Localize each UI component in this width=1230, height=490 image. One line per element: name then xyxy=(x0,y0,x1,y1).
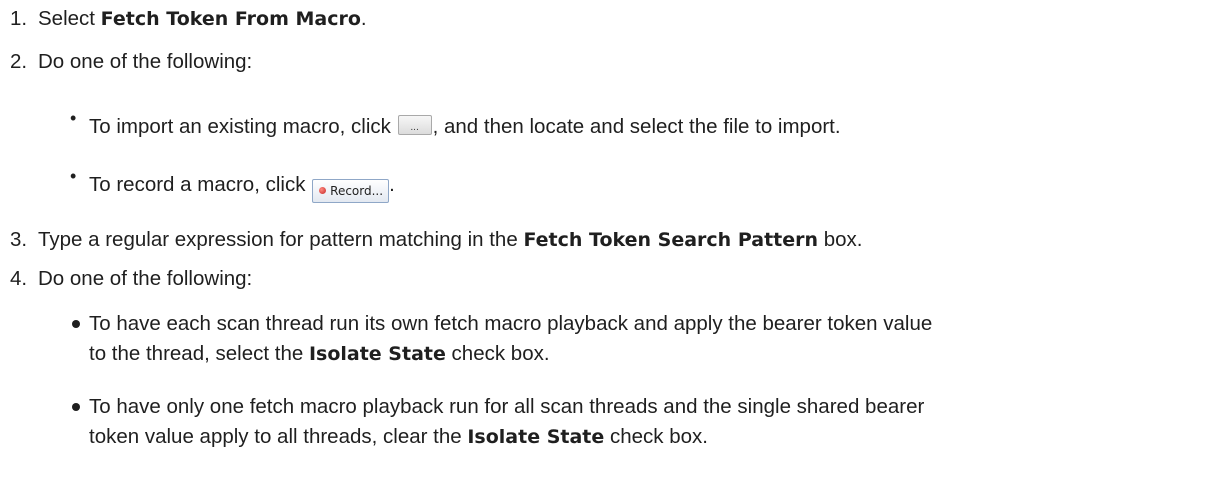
step-number: 4. xyxy=(10,267,28,290)
step-text-pre: Select xyxy=(38,7,101,30)
record-button: Record... xyxy=(312,178,390,203)
ellipsis-icon: ... xyxy=(410,123,419,133)
bullet-icon xyxy=(72,320,80,328)
step-text-post: box. xyxy=(818,228,863,251)
step-text-post: . xyxy=(360,7,367,30)
option-text-pre: To import an existing macro, click xyxy=(89,115,397,138)
bullet-icon: • xyxy=(70,108,77,128)
ui-term: Fetch Token From Macro xyxy=(100,8,361,30)
option-text-line-2: token value apply to all threads, clear … xyxy=(89,423,708,451)
step-text: Do one of the following: xyxy=(38,267,253,290)
option-text: To import an existing macro, click ... , … xyxy=(89,113,841,141)
ui-term: Fetch Token Search Pattern xyxy=(523,229,819,251)
step-text: Do one of the following: xyxy=(38,50,253,73)
option-text: To record a macro, click Record.... xyxy=(89,171,395,203)
option-text-pre: token value apply to all threads, clear … xyxy=(89,425,468,448)
browse-ellipsis-button: ... xyxy=(397,115,432,135)
record-button-label: Record... xyxy=(330,183,384,198)
option-text-post: . xyxy=(389,173,395,196)
option-text-pre: To record a macro, click xyxy=(89,173,312,196)
step-number: 1. xyxy=(10,7,28,30)
step-text: Select Fetch Token From Macro. xyxy=(38,5,367,33)
step-number: 2. xyxy=(10,50,28,73)
step-text-pre: Type a regular expression for pattern ma… xyxy=(38,228,524,251)
option-text-post: check box. xyxy=(445,342,550,365)
option-text-line-1: To have only one fetch macro playback ru… xyxy=(89,395,925,418)
option-text-line-1: To have each scan thread run its own fet… xyxy=(89,312,933,335)
option-text-line-2: to the thread, select the Isolate State … xyxy=(89,340,550,368)
step-text: Type a regular expression for pattern ma… xyxy=(38,226,862,254)
step-number: 3. xyxy=(10,228,28,251)
ui-term: Isolate State xyxy=(467,426,605,448)
ui-term: Isolate State xyxy=(308,343,446,365)
bullet-icon xyxy=(72,403,80,411)
option-text-post: check box. xyxy=(604,425,708,448)
option-text-post: , and then locate and select the file to… xyxy=(432,115,841,138)
record-dot-icon xyxy=(319,187,327,194)
option-text-pre: to the thread, select the xyxy=(89,342,309,365)
bullet-icon: • xyxy=(70,166,77,186)
